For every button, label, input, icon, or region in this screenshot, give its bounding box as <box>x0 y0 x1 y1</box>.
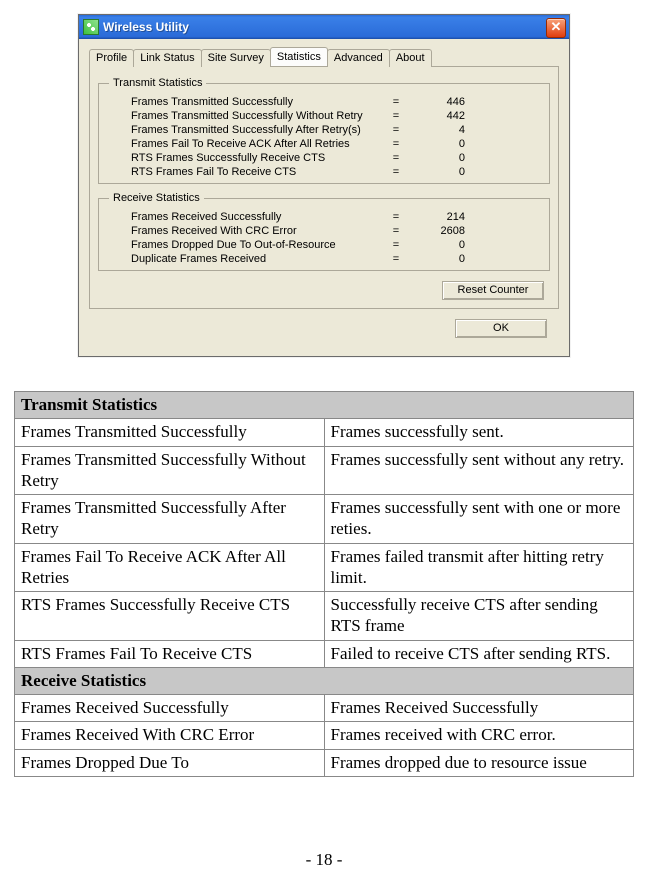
app-icon <box>83 19 99 35</box>
rx-label: Frames Dropped Due To Out-of-Resource <box>131 239 381 251</box>
tx-label: Frames Transmitted Successfully <box>131 96 381 108</box>
def-desc: Frames successfully sent. <box>325 419 634 445</box>
def-term: Frames Fail To Receive ACK After All Ret… <box>15 544 324 592</box>
def-desc: Successfully receive CTS after sending R… <box>325 592 634 640</box>
def-desc: Frames failed transmit after hitting ret… <box>325 544 634 592</box>
tx-label: RTS Frames Fail To Receive CTS <box>131 166 381 178</box>
close-icon[interactable]: ✕ <box>546 18 566 38</box>
transmit-legend: Transmit Statistics <box>109 77 206 89</box>
rx-label: Duplicate Frames Received <box>131 253 381 265</box>
tab-profile[interactable]: Profile <box>89 49 134 67</box>
def-desc: Frames successfully sent with one or mor… <box>325 495 634 543</box>
rx-label: Frames Received Successfully <box>131 211 381 223</box>
def-term: RTS Frames Successfully Receive CTS <box>15 592 324 640</box>
page-number: - 18 - <box>0 850 648 870</box>
definitions-wrapper: Transmit Statistics Frames Transmitted S… <box>14 391 634 777</box>
tab-strip: Profile Link Status Site Survey Statisti… <box>89 47 559 67</box>
def-term: Frames Transmitted Successfully After Re… <box>15 495 324 543</box>
def-term: Frames Transmitted Successfully Without … <box>15 447 324 495</box>
tx-value: 446 <box>411 96 471 108</box>
tx-value: 442 <box>411 110 471 122</box>
rx-value: 0 <box>411 239 471 251</box>
rx-row: Frames Received With CRC Error=2608 <box>109 224 543 238</box>
tab-site-survey[interactable]: Site Survey <box>201 49 271 67</box>
def-desc: Failed to receive CTS after sending RTS. <box>325 641 634 667</box>
section-header: Receive Statistics <box>15 668 633 694</box>
tx-row: Frames Fail To Receive ACK After All Ret… <box>109 137 543 151</box>
tx-value: 0 <box>411 166 471 178</box>
tx-row: RTS Frames Successfully Receive CTS=0 <box>109 151 543 165</box>
def-term: Frames Transmitted Successfully <box>15 419 324 445</box>
tx-label: Frames Fail To Receive ACK After All Ret… <box>131 138 381 150</box>
def-term: Frames Received With CRC Error <box>15 722 324 748</box>
def-term: Frames Dropped Due To <box>15 750 324 776</box>
def-desc: Frames dropped due to resource issue <box>325 750 634 776</box>
tab-statistics[interactable]: Statistics <box>270 47 328 66</box>
transmit-fieldset: Transmit Statistics Frames Transmitted S… <box>98 77 550 184</box>
window-title: Wireless Utility <box>103 20 189 34</box>
definitions-table: Transmit Statistics Frames Transmitted S… <box>14 391 634 777</box>
tx-value: 4 <box>411 124 471 136</box>
wireless-utility-window: Wireless Utility ✕ Profile Link Status S… <box>78 14 570 357</box>
tx-label: Frames Transmitted Successfully Without … <box>131 110 381 122</box>
receive-fieldset: Receive Statistics Frames Received Succe… <box>98 192 550 271</box>
rx-value: 0 <box>411 253 471 265</box>
def-desc: Frames successfully sent without any ret… <box>325 447 634 495</box>
window-titlebar: Wireless Utility ✕ <box>79 15 569 39</box>
def-term: Frames Received Successfully <box>15 695 324 721</box>
reset-counter-button[interactable]: Reset Counter <box>442 281 544 300</box>
tab-link-status[interactable]: Link Status <box>133 49 201 67</box>
tx-value: 0 <box>411 152 471 164</box>
tx-row: Frames Transmitted Successfully Without … <box>109 109 543 123</box>
tab-about[interactable]: About <box>389 49 432 67</box>
tx-row: RTS Frames Fail To Receive CTS=0 <box>109 165 543 179</box>
rx-value: 2608 <box>411 225 471 237</box>
tab-panel-statistics: Transmit Statistics Frames Transmitted S… <box>89 67 559 309</box>
receive-legend: Receive Statistics <box>109 192 204 204</box>
rx-label: Frames Received With CRC Error <box>131 225 381 237</box>
rx-value: 214 <box>411 211 471 223</box>
def-desc: Frames received with CRC error. <box>325 722 634 748</box>
tx-value: 0 <box>411 138 471 150</box>
tx-row: Frames Transmitted Successfully=446 <box>109 95 543 109</box>
rx-row: Frames Dropped Due To Out-of-Resource=0 <box>109 238 543 252</box>
def-desc: Frames Received Successfully <box>325 695 634 721</box>
tx-label: RTS Frames Successfully Receive CTS <box>131 152 381 164</box>
tx-label: Frames Transmitted Successfully After Re… <box>131 124 381 136</box>
def-term: RTS Frames Fail To Receive CTS <box>15 641 324 667</box>
rx-row: Duplicate Frames Received=0 <box>109 252 543 266</box>
tab-advanced[interactable]: Advanced <box>327 49 390 67</box>
rx-row: Frames Received Successfully=214 <box>109 210 543 224</box>
ok-button[interactable]: OK <box>455 319 547 338</box>
section-header: Transmit Statistics <box>15 392 633 418</box>
tx-row: Frames Transmitted Successfully After Re… <box>109 123 543 137</box>
window-client: Profile Link Status Site Survey Statisti… <box>79 39 569 356</box>
